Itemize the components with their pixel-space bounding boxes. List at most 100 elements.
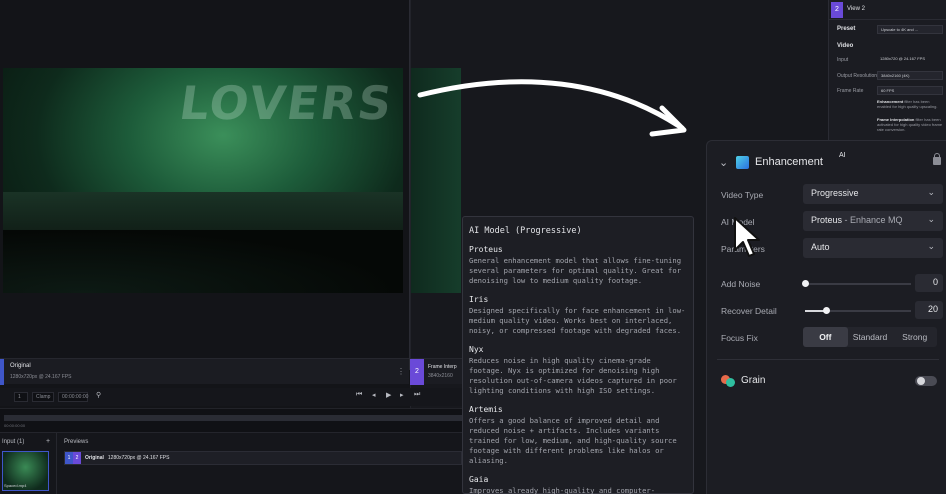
frame-interp-clip-label[interactable]: 2 Frame Interp 3840x2160	[410, 358, 462, 385]
focus-fix-segmented: Off Standard Strong	[803, 327, 937, 347]
preview-row-text: Original 1280x720px @ 24.167 FPS	[85, 455, 169, 461]
add-noise-label: Add Noise	[721, 279, 761, 289]
model-entry-nyx: Nyx Reduces noise in high quality cinema…	[469, 345, 687, 396]
viewer-divider	[409, 0, 410, 370]
grain-toggle[interactable]	[915, 376, 937, 386]
preview-meta: 1280x720px @ 24.167 FPS	[107, 455, 170, 461]
ai-model-value: Proteus	[811, 215, 843, 225]
enhancement-title: Enhancement	[755, 156, 823, 168]
clip-title: Frame Interp	[428, 364, 457, 370]
preview-number-1: 1	[65, 452, 73, 464]
tooltip-title: AI Model (Progressive)	[469, 226, 582, 236]
grain-icon	[721, 375, 735, 387]
input-value: 1280x720 @ 24.167 FPS	[880, 56, 925, 61]
recover-detail-input[interactable]: 20	[915, 301, 943, 319]
preset-label: Preset	[837, 26, 856, 32]
chevron-down-icon[interactable]: ⌄	[719, 156, 728, 169]
timecode-field[interactable]: 00:00:00:00	[58, 392, 88, 402]
model-description: Improves already high-quality and comput…	[469, 486, 656, 494]
clip-meta: 1280x720px @ 24.167 FPS	[10, 374, 72, 380]
video-type-value: Progressive	[811, 188, 859, 198]
model-description: General enhancement model that allows fi…	[469, 256, 682, 285]
enhancement-header[interactable]: ⌄ Enhancement AI	[719, 152, 941, 171]
add-noise-slider[interactable]	[802, 280, 911, 287]
slider-knob[interactable]	[823, 307, 831, 314]
timeline-track[interactable]	[4, 415, 462, 421]
model-description: Designed specifically for face enhanceme…	[469, 306, 686, 335]
view2-header[interactable]: 2 View 2	[829, 0, 946, 20]
view2-settings-panel: 2 View 2 Preset Upscale to 4K and ... Vi…	[828, 0, 946, 150]
slider-knob[interactable]	[802, 280, 809, 287]
view2-title: View 2	[847, 6, 865, 12]
preview-row[interactable]: 1 2 Original 1280x720px @ 24.167 FPS	[64, 451, 462, 465]
enhancement-icon	[736, 156, 749, 169]
timeline-ruler-label: 00:00:00:00	[4, 423, 26, 428]
video-section-label: Video	[837, 43, 854, 49]
clip-meta: 3840x2160	[428, 373, 453, 379]
clip-title: Original	[10, 363, 31, 369]
preview-number-2: 2	[73, 452, 81, 464]
parameters-select[interactable]: Auto ⌄	[803, 238, 943, 258]
step-back-icon[interactable]: ◂	[372, 391, 376, 399]
focus-fix-strong[interactable]: Strong	[892, 327, 937, 347]
recover-detail-slider[interactable]	[805, 307, 911, 314]
focus-fix-standard[interactable]: Standard	[848, 327, 893, 347]
frame-rate-select[interactable]: 60 FPS	[877, 86, 943, 95]
clip-color-bar	[0, 359, 4, 385]
output-resolution-select[interactable]: 3840x2160 (4K)	[877, 71, 943, 80]
clamp-field[interactable]: Clamp	[32, 392, 54, 402]
bottom-divider	[56, 433, 57, 494]
ai-model-select[interactable]: Proteus - Enhance MQ ⌄	[803, 211, 943, 231]
zoom-icon[interactable]: ⚲	[96, 391, 101, 399]
focus-fix-off[interactable]: Off	[803, 327, 848, 347]
video-type-label: Video Type	[721, 190, 764, 200]
frame-field[interactable]: 1	[14, 392, 28, 402]
bottom-panel: Input (1) + Previews Spaced.mp4 1 2 Orig…	[0, 432, 462, 494]
grain-title: Grain	[741, 375, 766, 386]
frame-interp-note: Frame Interpolation filter has been acti…	[877, 117, 943, 132]
processed-video-frame	[411, 68, 461, 293]
add-input-button[interactable]: +	[46, 438, 50, 445]
preview-title: Original	[85, 455, 104, 461]
focus-fix-label: Focus Fix	[721, 333, 758, 343]
caret-down-icon: ⌄	[927, 187, 935, 197]
parameters-value: Auto	[811, 242, 830, 252]
output-resolution-label: Output Resolution	[837, 73, 878, 79]
section-divider	[717, 359, 939, 360]
caret-down-icon: ⌄	[927, 241, 935, 251]
original-video-frame: LOVERS	[3, 68, 403, 293]
model-name: Artemis	[469, 405, 503, 414]
mouse-cursor-icon	[734, 217, 760, 257]
skip-forward-icon[interactable]: ⏭	[414, 391, 420, 399]
model-name: Nyx	[469, 345, 484, 354]
more-icon[interactable]: ⋮	[397, 367, 405, 376]
video-type-select[interactable]: Progressive ⌄	[803, 184, 943, 204]
crowd	[3, 230, 403, 293]
model-entry-proteus: Proteus General enhancement model that a…	[469, 245, 687, 286]
ai-model-variant: - Enhance MQ	[842, 215, 903, 225]
frame-rate-label: Frame Rate	[837, 88, 864, 94]
transport-bar: 1 Clamp 00:00:00:00 ⚲ ⏮ ◂ ▶ ▸ ⏭	[0, 388, 462, 406]
caret-down-icon: ⌄	[927, 214, 935, 224]
input-header: Input (1)	[2, 439, 25, 445]
view2-number: 2	[831, 2, 843, 18]
preset-select[interactable]: Upscale to 4K and ...	[877, 25, 943, 34]
model-entry-iris: Iris Designed specifically for face enha…	[469, 295, 687, 336]
lock-icon[interactable]	[933, 153, 941, 165]
previews-header: Previews	[64, 439, 89, 445]
stage-banner: LOVERS	[176, 76, 397, 130]
ai-model-tooltip: AI Model (Progressive) Proteus General e…	[462, 216, 694, 494]
timeline[interactable]: 00:00:00:00	[0, 408, 462, 432]
model-description: Reduces noise in high quality cinema-gra…	[469, 356, 677, 395]
skip-back-icon[interactable]: ⏮	[356, 391, 362, 399]
enhancement-panel: ⌄ Enhancement AI Video Type Progressive …	[706, 140, 946, 494]
add-noise-input[interactable]: 0	[915, 274, 943, 292]
play-icon[interactable]: ▶	[386, 391, 391, 399]
model-entry-artemis: Artemis Offers a good balance of improve…	[469, 405, 687, 466]
model-name: Iris	[469, 295, 489, 304]
step-forward-icon[interactable]: ▸	[400, 391, 404, 399]
model-name: Proteus	[469, 245, 503, 254]
model-entry-gaia: Gaia Improves already high-quality and c…	[469, 475, 687, 494]
original-clip-label[interactable]: Original 1280x720px @ 24.167 FPS ⋮	[0, 358, 409, 385]
enhancement-note: Enhancement filter has been enabled for …	[877, 99, 943, 109]
